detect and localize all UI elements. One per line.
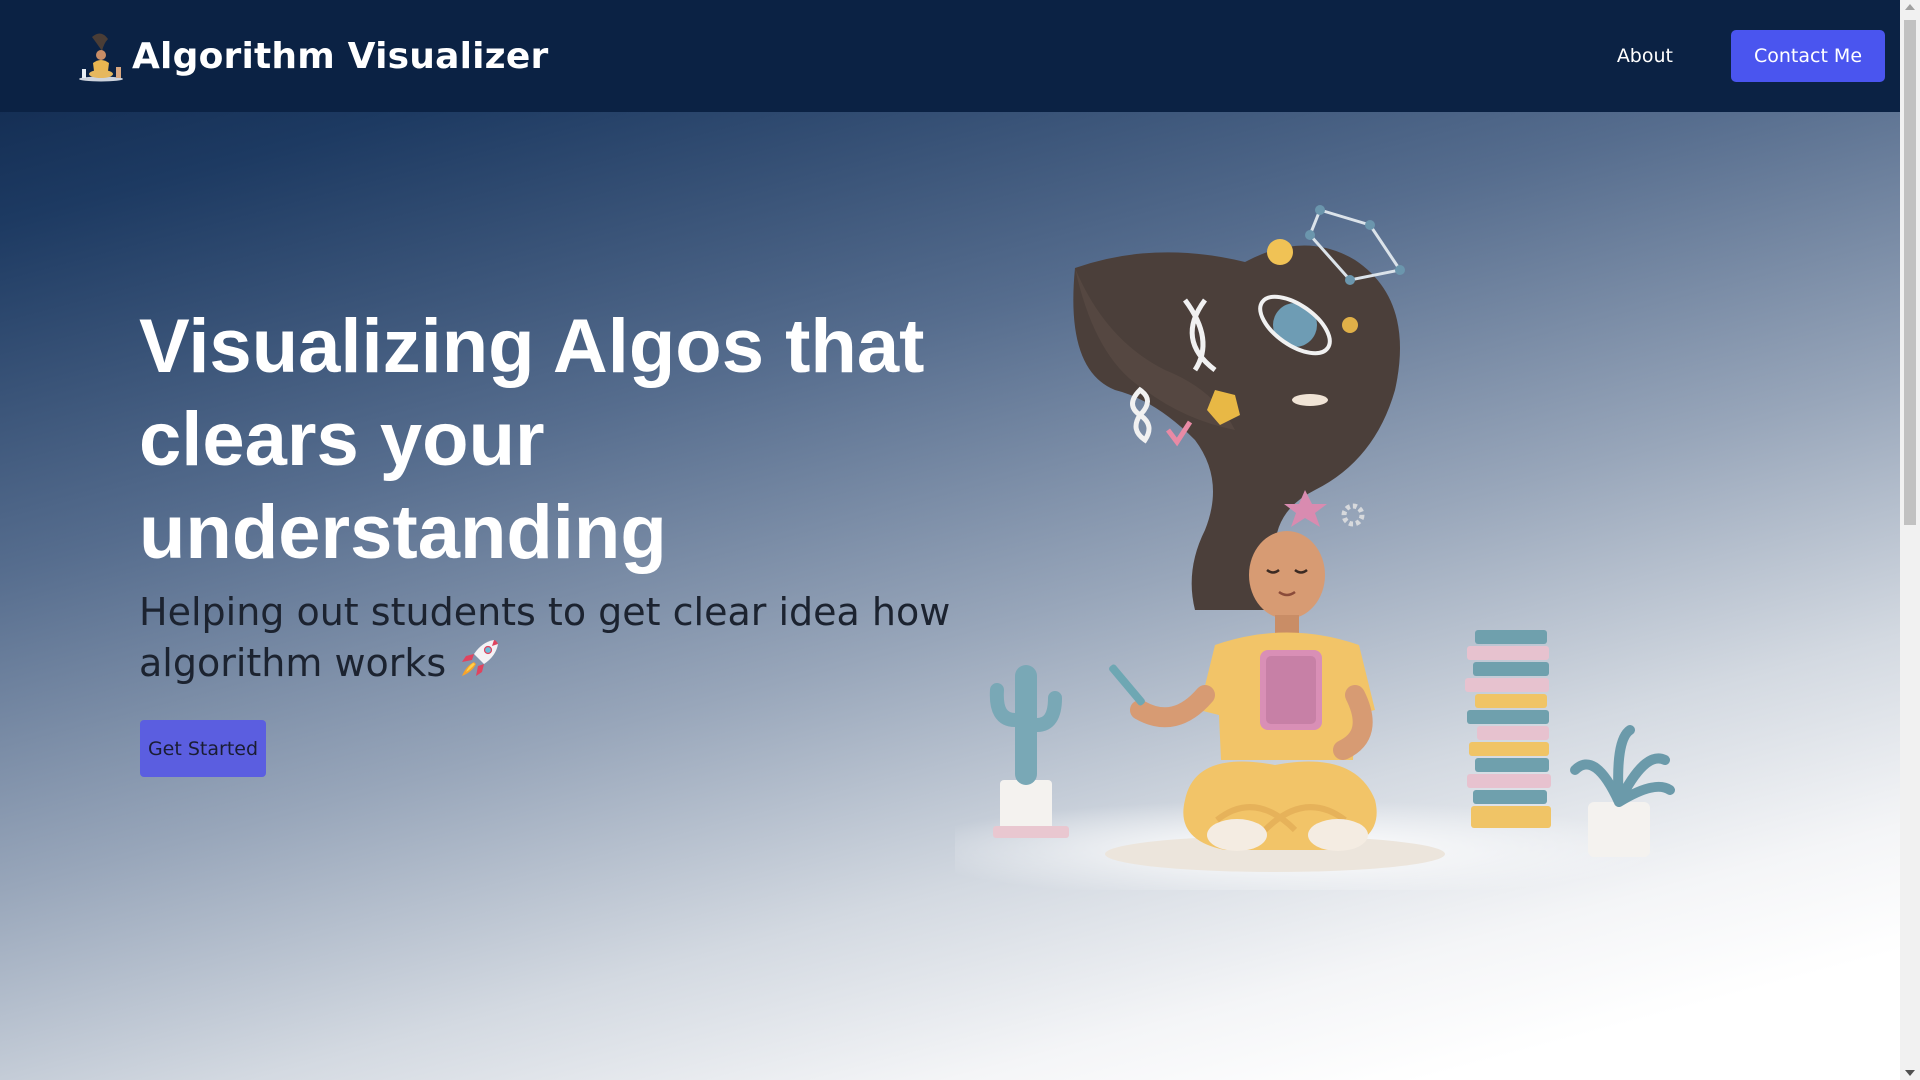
brand-link[interactable]: Algorithm Visualizer: [74, 29, 548, 83]
meditating-figure-logo-icon: [79, 33, 123, 82]
nav-link-about[interactable]: About: [1617, 45, 1673, 67]
vertical-scrollbar[interactable]: [1900, 0, 1920, 1080]
scroll-down-arrow-icon[interactable]: [1905, 1070, 1915, 1076]
navbar: Algorithm Visualizer About Contact Me: [0, 0, 1900, 112]
rocket-icon: [462, 640, 499, 676]
scrollbar-thumb[interactable]: [1904, 20, 1916, 525]
get-started-button[interactable]: Get Started: [140, 720, 266, 777]
hero-subtitle: Helping out students to get clear idea h…: [139, 588, 979, 687]
hero-title: Visualizing Algos that clears your under…: [139, 304, 925, 575]
brand-title: Algorithm Visualizer: [132, 35, 549, 77]
person-meditating-with-tablet-illustration: [955, 205, 1675, 890]
hero-subtitle-text: Helping out students to get clear idea h…: [139, 590, 951, 685]
contact-me-button[interactable]: Contact Me: [1731, 30, 1885, 82]
scroll-up-arrow-icon[interactable]: [1905, 4, 1915, 10]
nav-menu: About Contact Me: [1617, 30, 1885, 82]
page: Algorithm Visualizer About Contact Me Vi…: [0, 0, 1900, 1080]
